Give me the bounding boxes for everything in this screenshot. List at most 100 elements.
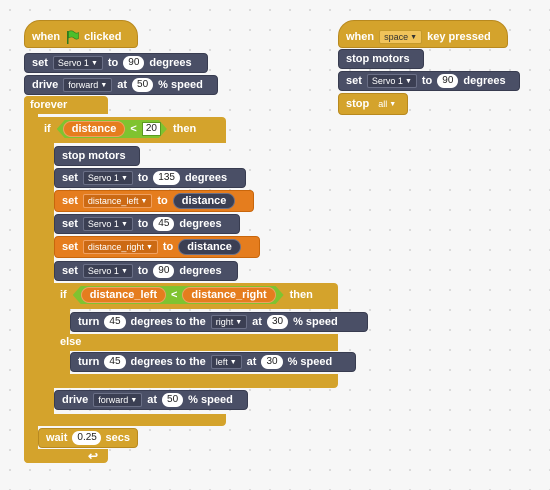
angle-input[interactable]: 135 [153,171,180,185]
block-label: to [137,172,149,184]
block-label: at [246,356,257,368]
dropdown-arrow-icon: ▼ [100,81,108,89]
dropdown-arrow-icon: ▼ [389,100,397,108]
dropdown-value: left [215,357,228,367]
block-label: set [32,57,48,69]
block-label: stop [346,98,370,110]
dropdown-value: Servo 1 [87,173,119,183]
forever-block-arm [24,96,38,463]
distance-reporter[interactable]: distance [178,239,241,255]
when-key-pressed-block[interactable]: when space ▼ key pressed [338,20,508,48]
angle-input[interactable]: 45 [153,217,175,231]
green-flag-icon [67,30,79,44]
wait-seconds-input[interactable]: 0.25 [72,431,101,445]
variable-dropdown[interactable]: distance_left ▼ [82,194,153,208]
dropdown-arrow-icon: ▼ [410,33,418,41]
key-dropdown[interactable]: space ▼ [379,30,423,44]
block-label: to [157,195,168,207]
then-label: then [172,123,197,135]
set-servo-block[interactable]: set Servo 1 ▼ to 90 degrees [338,71,520,91]
angle-input[interactable]: 90 [123,56,145,70]
block-label: when [346,31,375,43]
dropdown-arrow-icon: ▼ [140,197,148,205]
block-label: drive [32,79,59,91]
speed-input[interactable]: 30 [261,355,283,369]
block-label: wait [46,432,68,444]
dropdown-value: distance_left [87,196,139,206]
dropdown-value: Servo 1 [57,58,89,68]
distance-right-variable[interactable]: distance_right [182,287,275,303]
block-label: drive [62,394,89,406]
dropdown-value: all [378,99,388,109]
block-label: key pressed [427,31,491,43]
threshold-input[interactable]: 20 [142,122,161,136]
distance-left-variable[interactable]: distance_left [81,287,166,303]
stop-motors-block[interactable]: stop motors [54,146,140,166]
operator-symbol: < [130,123,137,135]
block-label: % speed [293,316,338,328]
set-servo-block[interactable]: set Servo 1 ▼ to 90 degrees [24,53,208,73]
turn-direction-dropdown[interactable]: right ▼ [210,315,248,329]
angle-input[interactable]: 90 [153,264,175,278]
if-label: if [44,123,51,135]
angle-input[interactable]: 90 [437,74,459,88]
block-label: at [147,394,158,406]
turn-direction-dropdown[interactable]: left ▼ [210,355,242,369]
else-bar [54,334,338,351]
block-label: stop motors [62,150,126,162]
if-header: if distance < 20 then [44,120,196,138]
direction-dropdown[interactable]: forward ▼ [93,393,143,407]
stop-motors-block[interactable]: stop motors [338,49,424,69]
speed-input[interactable]: 50 [132,78,154,92]
block-label: set [62,241,78,253]
dropdown-arrow-icon: ▼ [120,220,128,228]
if-block-bottom [38,414,226,426]
set-servo-block[interactable]: set Servo 1 ▼ to 135 degrees [54,168,246,188]
turn-left-block[interactable]: turn 45 degrees to the left ▼ at 30 % spe… [70,352,356,372]
speed-input[interactable]: 50 [162,393,184,407]
block-label: degrees [179,218,222,230]
block-label: set [346,75,362,87]
distance-reporter[interactable]: distance [172,193,236,209]
dropdown-value: forward [68,80,99,90]
block-label: to [162,241,174,253]
servo-dropdown[interactable]: Servo 1 ▼ [52,56,103,70]
wait-block[interactable]: wait 0.25 secs [38,428,138,448]
servo-dropdown[interactable]: Servo 1 ▼ [82,264,133,278]
block-label: degrees [184,172,228,184]
set-variable-block[interactable]: set distance_right ▼ to distance [54,236,260,258]
block-label: set [62,172,78,184]
drive-block[interactable]: drive forward ▼ at 50 % speed [54,390,248,410]
block-label: turn [78,356,100,368]
block-label: clicked [84,31,122,43]
set-servo-block[interactable]: set Servo 1 ▼ to 90 degrees [54,261,238,281]
dropdown-arrow-icon: ▼ [130,396,138,404]
variable-dropdown[interactable]: distance_right ▼ [82,240,158,254]
block-label: at [117,79,128,91]
degrees-input[interactable]: 45 [104,355,126,369]
set-servo-block[interactable]: set Servo 1 ▼ to 45 degrees [54,214,240,234]
then-label: then [289,289,313,301]
servo-dropdown[interactable]: Servo 1 ▼ [366,74,417,88]
when-flag-clicked-block[interactable]: when clicked [24,20,138,48]
stop-all-block[interactable]: stop all ▼ [338,93,408,115]
servo-dropdown[interactable]: Servo 1 ▼ [82,217,133,231]
block-label: degrees [179,265,222,277]
less-than-operator[interactable]: distance < 20 [57,120,167,138]
if-label: if [60,289,67,301]
set-variable-block[interactable]: set distance_left ▼ to distance [54,190,254,212]
else-label: else [60,336,82,348]
dropdown-value: right [215,317,234,327]
direction-dropdown[interactable]: forward ▼ [63,78,113,92]
degrees-input[interactable]: 45 [104,315,126,329]
turn-right-block[interactable]: turn 45 degrees to the right ▼ at 30 % sp… [70,312,368,332]
servo-dropdown[interactable]: Servo 1 ▼ [82,171,133,185]
stop-option-dropdown[interactable]: all ▼ [374,98,400,110]
block-label: to [137,218,149,230]
drive-block[interactable]: drive forward ▼ at 50 % speed [24,75,218,95]
less-than-operator[interactable]: distance_left < distance_right [73,286,284,304]
if-block-arm [38,117,54,426]
speed-input[interactable]: 30 [266,315,289,329]
block-label: set [62,265,78,277]
distance-variable[interactable]: distance [63,121,126,137]
